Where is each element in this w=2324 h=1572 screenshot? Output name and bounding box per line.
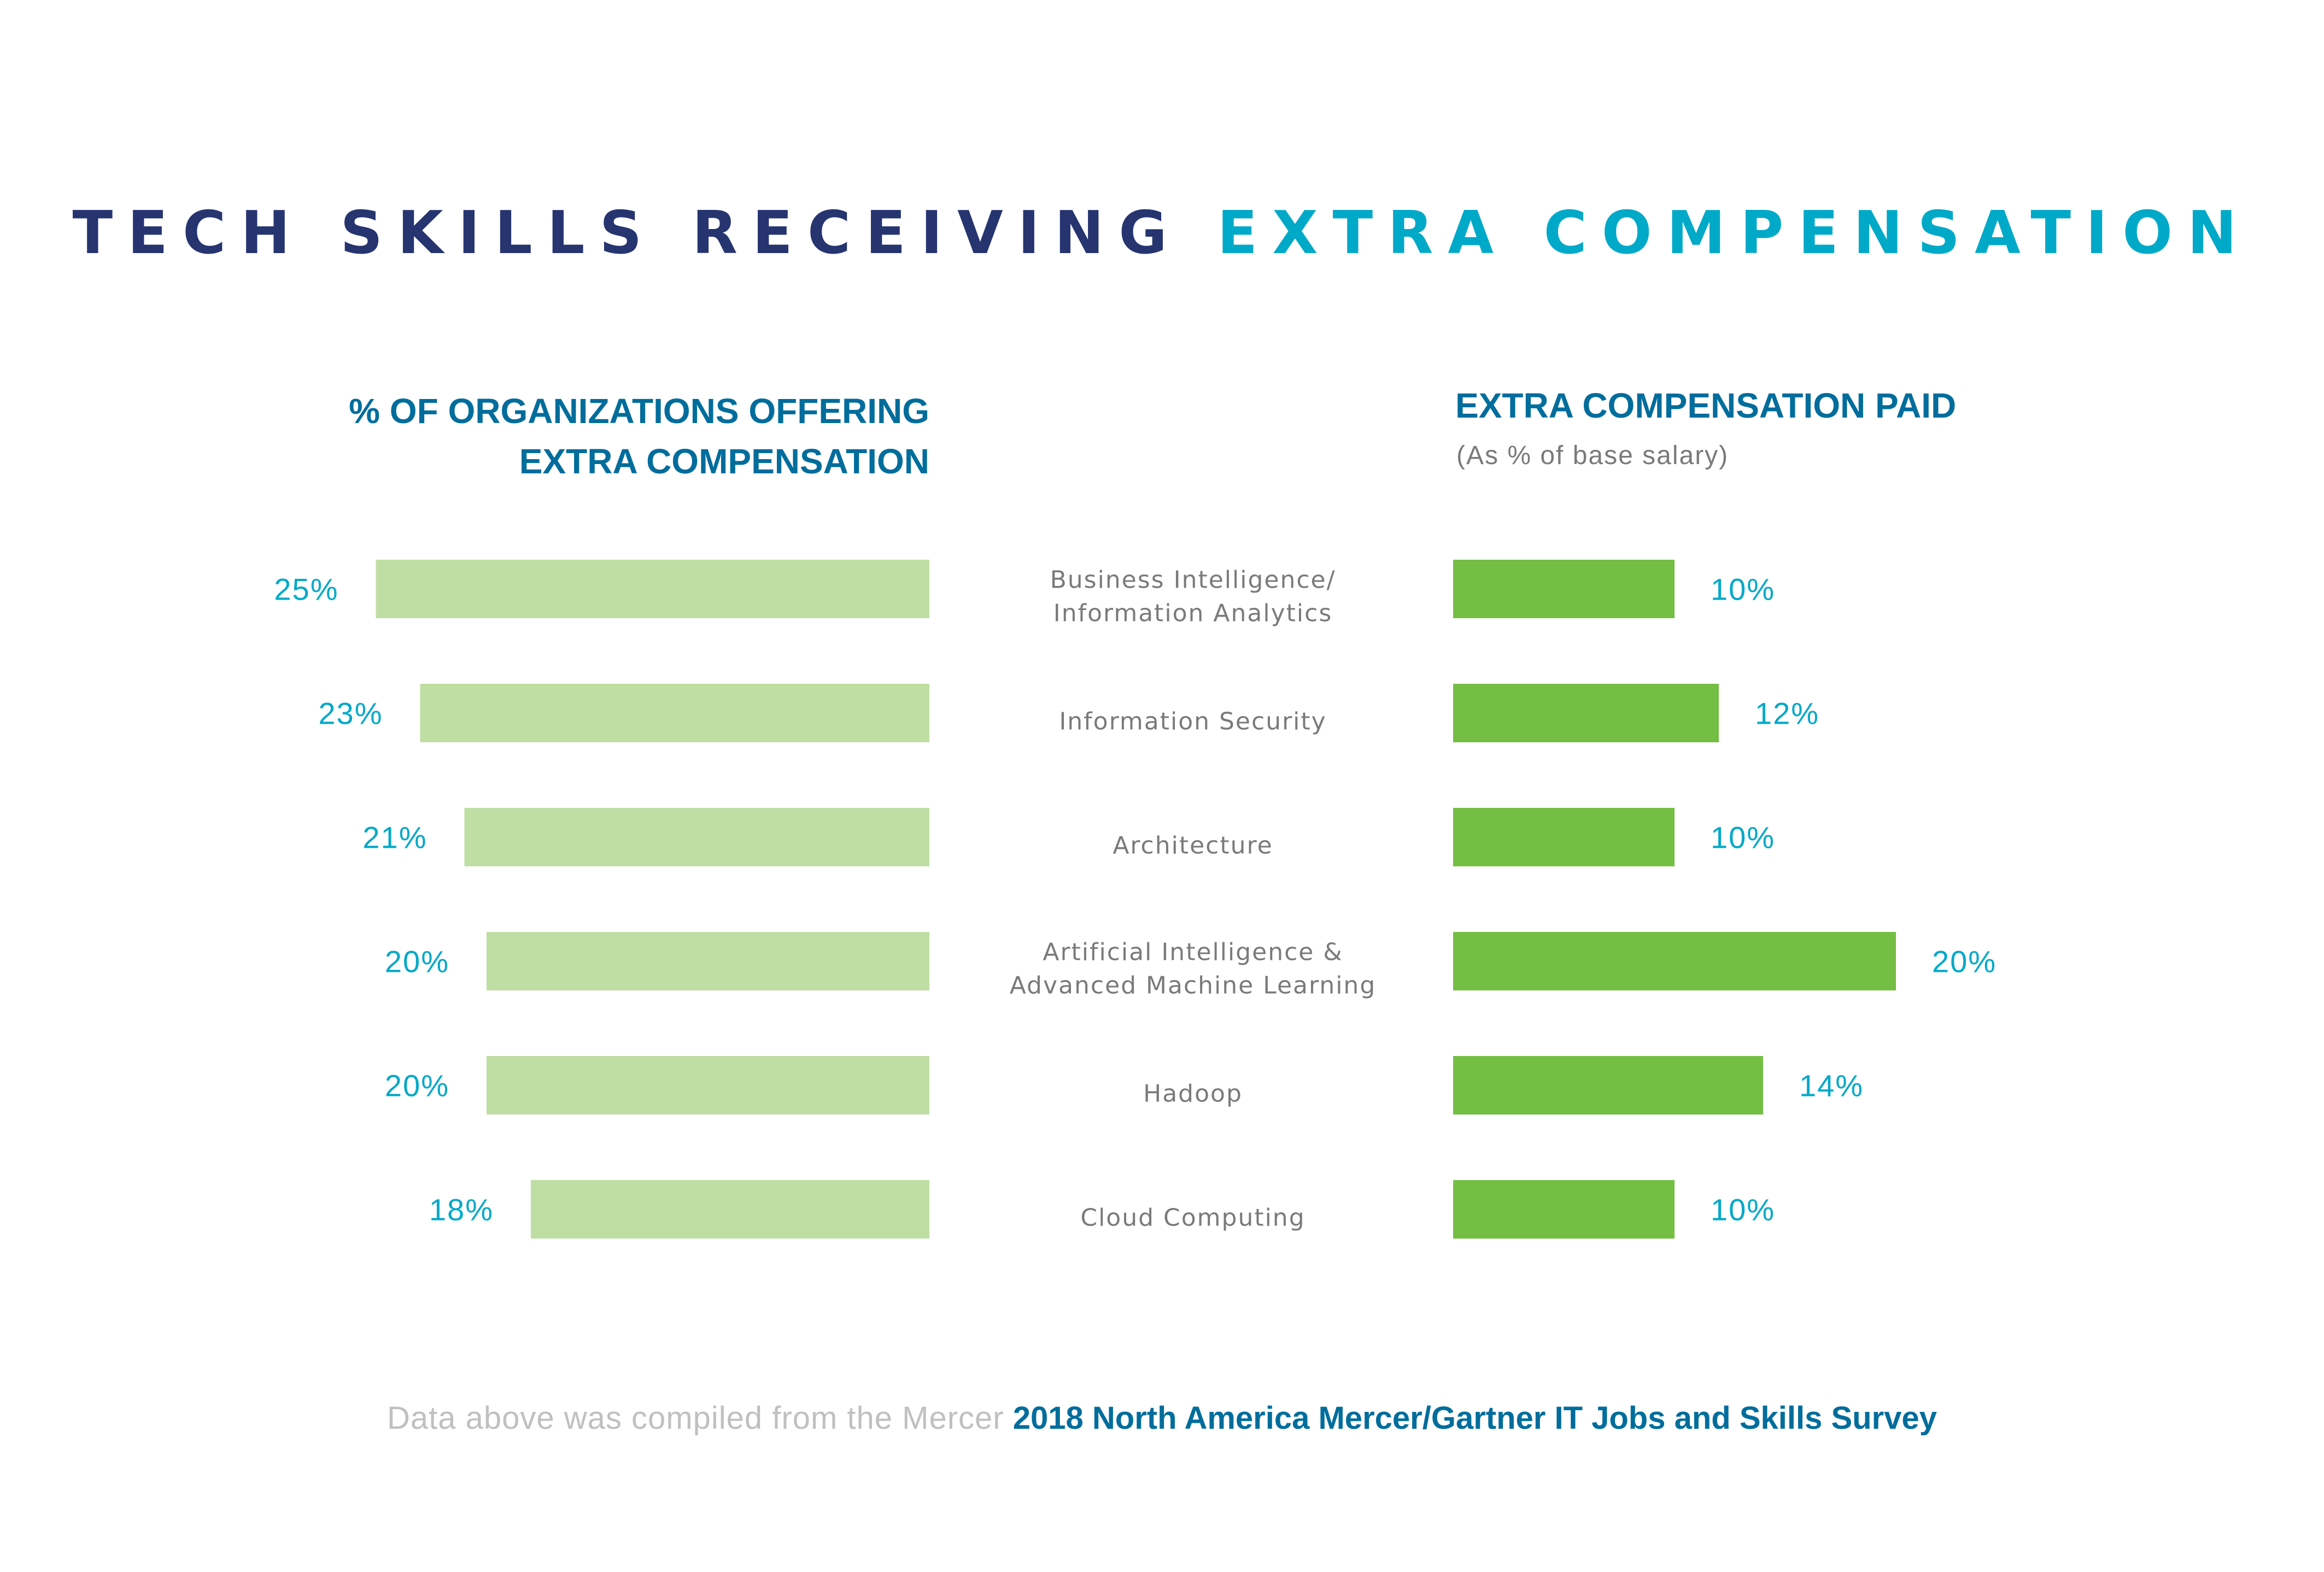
left-bar (487, 1056, 929, 1115)
footer-prefix: Data above was compiled from the Mercer (387, 1400, 1004, 1436)
left-value-label: 18% (429, 1193, 494, 1227)
right-bar (1453, 684, 1719, 742)
category-label-line: Information Analytics (1053, 600, 1333, 627)
left-value-label: 20% (385, 1069, 449, 1103)
category-label-line: Hadoop (1143, 1080, 1243, 1108)
category-label-line: Information Security (1059, 708, 1326, 736)
right-bar (1453, 1180, 1675, 1239)
right-value-label: 10% (1711, 572, 1775, 607)
right-value-label: 14% (1799, 1069, 1864, 1103)
category-label: Artificial Intelligence & Advanced Machin… (1010, 938, 1377, 1000)
right-bar (1453, 1056, 1763, 1115)
category-label-line: Advanced Machine Learning (1010, 972, 1377, 1000)
left-bar (487, 932, 929, 990)
left-bar (420, 684, 929, 742)
category-label: Business Intelligence/Information Analyt… (1050, 566, 1336, 627)
right-bar (1453, 560, 1675, 618)
right-value-label: 10% (1711, 1193, 1775, 1227)
right-value-label: 12% (1755, 696, 1819, 731)
category-label-line: Cloud Computing (1080, 1204, 1305, 1232)
left-value-label: 25% (274, 572, 338, 607)
category-label-line: Artificial Intelligence & (1043, 938, 1343, 966)
right-bar (1453, 932, 1896, 990)
category-label-line: Architecture (1113, 832, 1273, 860)
butterfly-bar-chart: 25% 10% Business Intelligence/Information … (274, 560, 1997, 1239)
left-bar (376, 560, 929, 618)
category-label: Cloud Computing (1080, 1204, 1305, 1232)
left-bar (531, 1180, 929, 1239)
left-bar (464, 808, 929, 866)
category-label: Architecture (1113, 832, 1273, 860)
category-label-line: Business Intelligence/ (1050, 566, 1336, 594)
right-value-label: 10% (1711, 820, 1775, 855)
left-value-label: 20% (385, 945, 449, 979)
source-footer: Data above was compiled from the Mercer … (0, 1399, 2324, 1438)
category-label: Information Security (1059, 708, 1326, 736)
left-value-label: 21% (362, 820, 427, 855)
right-bar (1453, 808, 1675, 866)
right-value-label: 20% (1932, 945, 1997, 979)
left-value-label: 23% (318, 696, 383, 731)
footer-source-link[interactable]: 2018 North America Mercer/Gartner IT Job… (1013, 1400, 1937, 1436)
category-label: Hadoop (1143, 1080, 1243, 1108)
